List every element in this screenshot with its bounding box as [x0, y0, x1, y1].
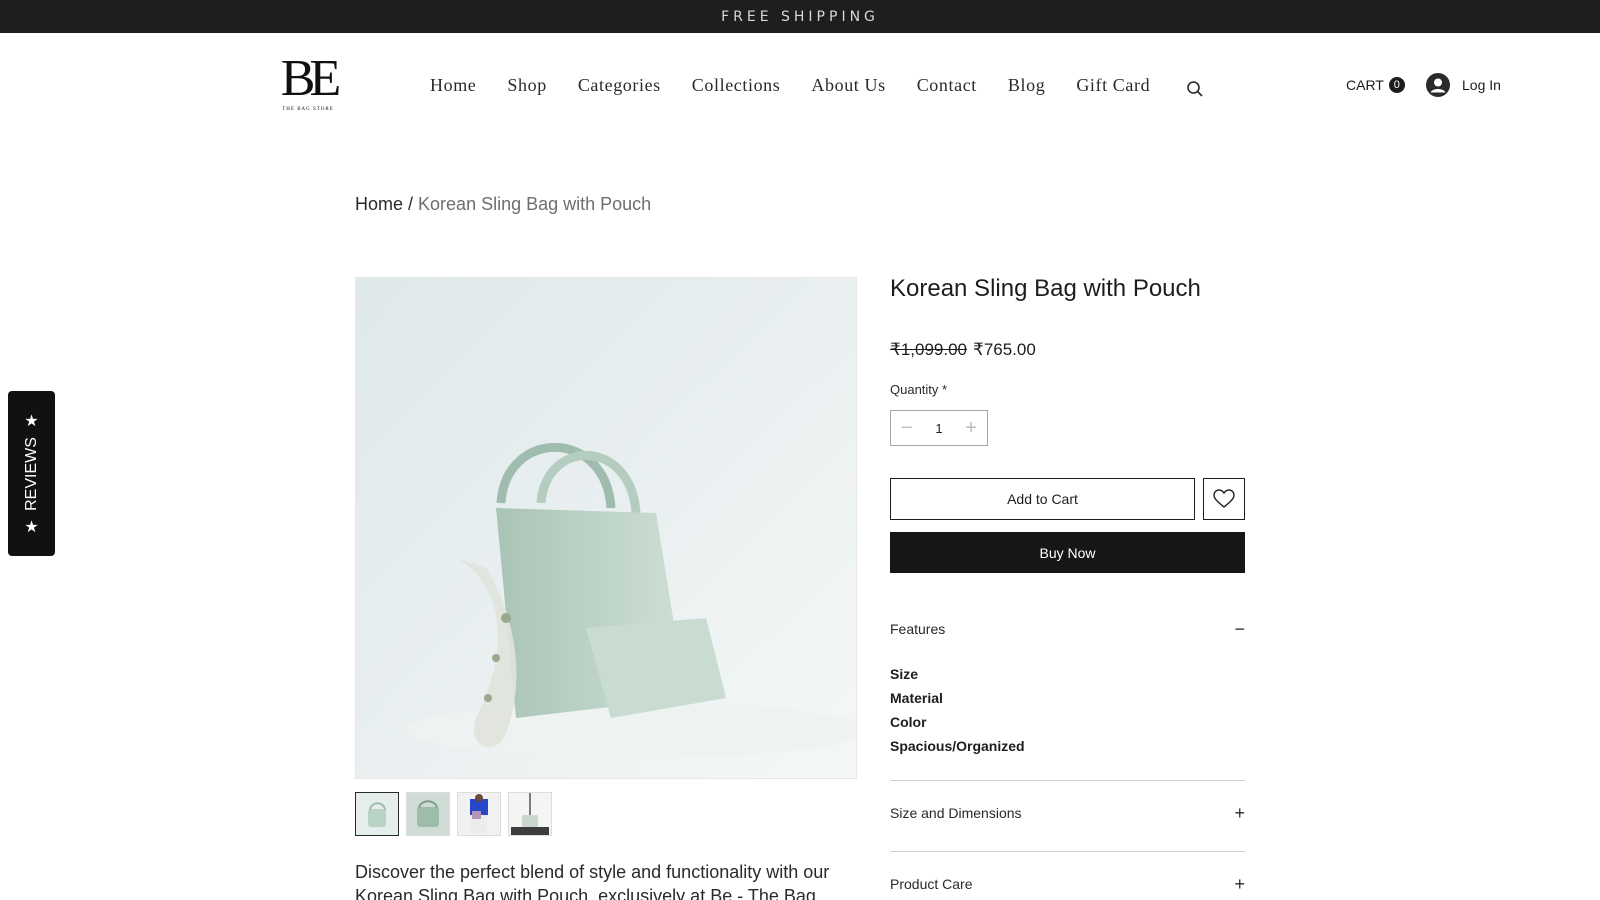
accordion-size-title: Size and Dimensions [890, 805, 1022, 821]
product-description: Discover the perfect blend of style and … [355, 862, 830, 900]
logo-mark: BE [280, 50, 341, 107]
reviews-label: REVIEWS [22, 436, 40, 511]
feature-item: Color [890, 714, 927, 730]
features-list: Size Material Color Spacious/Organized [890, 662, 1025, 758]
breadcrumb-current: Korean Sling Bag with Pouch [418, 194, 652, 214]
nav-item-shop[interactable]: Shop [507, 75, 546, 96]
feature-item: Size [890, 666, 919, 682]
price-block: ₹1,099.00 ₹765.00 [890, 340, 1036, 360]
increase-quantity-button[interactable]: + [965, 418, 977, 438]
thumbnail-strip [355, 792, 552, 836]
main-nav: Home Shop Categories Collections About U… [430, 75, 1150, 96]
login-button[interactable]: Log In [1426, 73, 1501, 97]
nav-item-about-us[interactable]: About Us [811, 75, 885, 96]
expand-icon: + [1234, 874, 1245, 894]
accordion-care-title: Product Care [890, 876, 973, 892]
add-to-cart-button[interactable]: Add to Cart [890, 478, 1195, 520]
thumbnail-2[interactable] [406, 792, 450, 836]
accordion-care-header[interactable]: Product Care + [890, 875, 1245, 893]
accordion-features-title: Features [890, 621, 946, 637]
product-title: Korean Sling Bag with Pouch [890, 275, 1201, 302]
user-avatar-icon [1426, 73, 1450, 97]
heart-icon [1213, 489, 1235, 508]
accordion-size-header[interactable]: Size and Dimensions + [890, 804, 1245, 822]
reviews-tab[interactable]: ★ REVIEWS ★ [8, 391, 55, 556]
original-price: ₹1,099.00 [890, 340, 967, 359]
logo-subtitle: THE BAG STORE [282, 107, 334, 112]
breadcrumb: Home / Korean Sling Bag with Pouch [355, 194, 651, 215]
accordion-features-header[interactable]: Features − [890, 620, 1245, 638]
quantity-value[interactable]: 1 [935, 421, 942, 436]
divider [890, 851, 1245, 852]
nav-item-blog[interactable]: Blog [1008, 75, 1045, 96]
login-label: Log In [1462, 77, 1501, 93]
decrease-quantity-button[interactable]: − [901, 418, 913, 438]
star-icon: ★ [24, 518, 39, 536]
thumbnail-image [458, 793, 500, 835]
thumbnail-1[interactable] [355, 792, 399, 836]
collapse-icon: − [1234, 619, 1245, 639]
nav-item-home[interactable]: Home [430, 75, 476, 96]
nav-item-categories[interactable]: Categories [578, 75, 661, 96]
site-header: BE THE BAG STORE Home Shop Categories Co… [0, 33, 1600, 143]
nav-item-collections[interactable]: Collections [692, 75, 781, 96]
star-icon: ★ [24, 412, 39, 430]
search-icon[interactable] [1186, 80, 1204, 98]
bag-photo [356, 278, 856, 778]
thumbnail-3[interactable] [457, 792, 501, 836]
breadcrumb-home[interactable]: Home [355, 194, 403, 214]
thumbnail-4[interactable] [508, 792, 552, 836]
thumbnail-image [356, 793, 398, 835]
breadcrumb-separator: / [408, 194, 414, 214]
announcement-bar: FREE SHIPPING [0, 0, 1600, 33]
cart-count-badge: 0 [1388, 77, 1405, 93]
expand-icon: + [1234, 803, 1245, 823]
thumbnail-image [407, 793, 449, 835]
announcement-text: FREE SHIPPING [721, 8, 879, 25]
wishlist-button[interactable] [1203, 478, 1245, 520]
nav-item-gift-card[interactable]: Gift Card [1076, 75, 1150, 96]
quantity-stepper[interactable]: − 1 + [890, 410, 988, 446]
sale-price: ₹765.00 [973, 340, 1036, 359]
cart-label: CART [1346, 77, 1384, 93]
product-main-image[interactable] [355, 277, 857, 779]
buy-now-button[interactable]: Buy Now [890, 532, 1245, 573]
divider [890, 780, 1245, 781]
cart-button[interactable]: CART 0 [1346, 77, 1405, 93]
nav-item-contact[interactable]: Contact [917, 75, 977, 96]
thumbnail-image [509, 793, 551, 835]
store-logo[interactable]: BE THE BAG STORE [276, 50, 341, 113]
quantity-label: Quantity * [890, 382, 948, 397]
feature-item: Material [890, 690, 943, 706]
feature-item: Spacious/Organized [890, 738, 1025, 754]
